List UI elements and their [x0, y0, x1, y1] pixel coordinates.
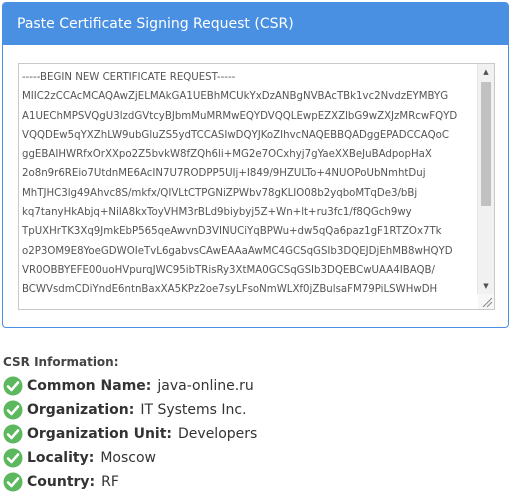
- info-row-common-name: Common Name: java-online.ru: [3, 374, 257, 398]
- info-row-country: Country: RF: [3, 470, 257, 494]
- check-circle-icon: [3, 424, 23, 444]
- csr-line: kq7tanyHkAbjq+NilA8kxToyVHM3rBLd9biybyj5…: [22, 207, 412, 219]
- check-circle-icon: [3, 400, 23, 420]
- info-value: IT Systems Inc.: [140, 402, 247, 418]
- resize-grip-icon[interactable]: [478, 294, 494, 309]
- info-row-organization-unit: Organization Unit: Developers: [3, 422, 257, 446]
- scroll-up-icon[interactable]: ▲: [478, 64, 494, 80]
- info-row-organization: Organization: IT Systems Inc.: [3, 398, 257, 422]
- csr-panel: Paste Certificate Signing Request (CSR) …: [2, 2, 509, 328]
- info-label: Locality:: [27, 450, 95, 466]
- csr-line: MhTJHC3lg49Ahvc8S/mkfx/QIVLtCTPGNiZPWbv7…: [22, 187, 418, 199]
- csr-line: VQQDEw5qYXZhLW9ubGluZS5ydTCCASIwDQYJKoZI…: [22, 129, 449, 141]
- csr-line: A1UEChMPSVQgU3lzdGVtcyBJbmMuMRMwEQYDVQQL…: [22, 110, 458, 122]
- scroll-thumb[interactable]: [481, 82, 491, 206]
- info-value: java-online.ru: [157, 378, 254, 394]
- csr-line: VR0OBBYEFE00uoHVpurqJWC95ibTRisRy3XtMA0G…: [22, 264, 435, 276]
- csr-line: o2P3OM9E8YoeGDWOIeTvL6gabvsCAwEAAaAwMC4G…: [22, 245, 453, 257]
- info-value: Moscow: [100, 450, 156, 466]
- csr-text-content[interactable]: -----BEGIN NEW CERTIFICATE REQUEST----- M…: [19, 64, 477, 309]
- csr-line: ggEBAIHWRfxOrXXpo2Z5bvkW8fZQh6li+MG2e7OC…: [22, 149, 432, 161]
- info-label: Organization:: [27, 402, 135, 418]
- vertical-scrollbar[interactable]: ▲ ▼: [477, 64, 494, 294]
- scroll-down-icon[interactable]: ▼: [478, 278, 494, 294]
- csr-info-title: CSR Information:: [3, 355, 119, 369]
- info-label: Organization Unit:: [27, 426, 173, 442]
- info-label: Common Name:: [27, 378, 152, 394]
- csr-line: TpUXHrTK3Xq9JmkEbP565qeAwvnD3VINUCiYqBPW…: [22, 226, 442, 238]
- check-circle-icon: [3, 448, 23, 468]
- check-circle-icon: [3, 472, 23, 492]
- csr-line: MIIC2zCCAcMCAQAwZjELMAkGA1UEBhMCUkYxDzAN…: [22, 91, 449, 103]
- csr-info-list: Common Name: java-online.ru Organization…: [3, 374, 257, 494]
- info-label: Country:: [27, 474, 96, 490]
- info-value: Developers: [178, 426, 258, 442]
- panel-title: Paste Certificate Signing Request (CSR): [3, 3, 508, 45]
- info-value: RF: [101, 474, 119, 490]
- csr-line: 2o8n9r6REio7UtdnME6AcIN7U7RODPP5UIj+I849…: [22, 168, 426, 180]
- csr-line: -----BEGIN NEW CERTIFICATE REQUEST-----: [22, 72, 236, 83]
- info-row-locality: Locality: Moscow: [3, 446, 257, 470]
- check-circle-icon: [3, 376, 23, 396]
- csr-textarea[interactable]: -----BEGIN NEW CERTIFICATE REQUEST----- M…: [18, 63, 495, 310]
- csr-line: BCWVsdmCDiYndE6ntnBaxXA5KPz2oe7syLFsoNmW…: [22, 284, 438, 296]
